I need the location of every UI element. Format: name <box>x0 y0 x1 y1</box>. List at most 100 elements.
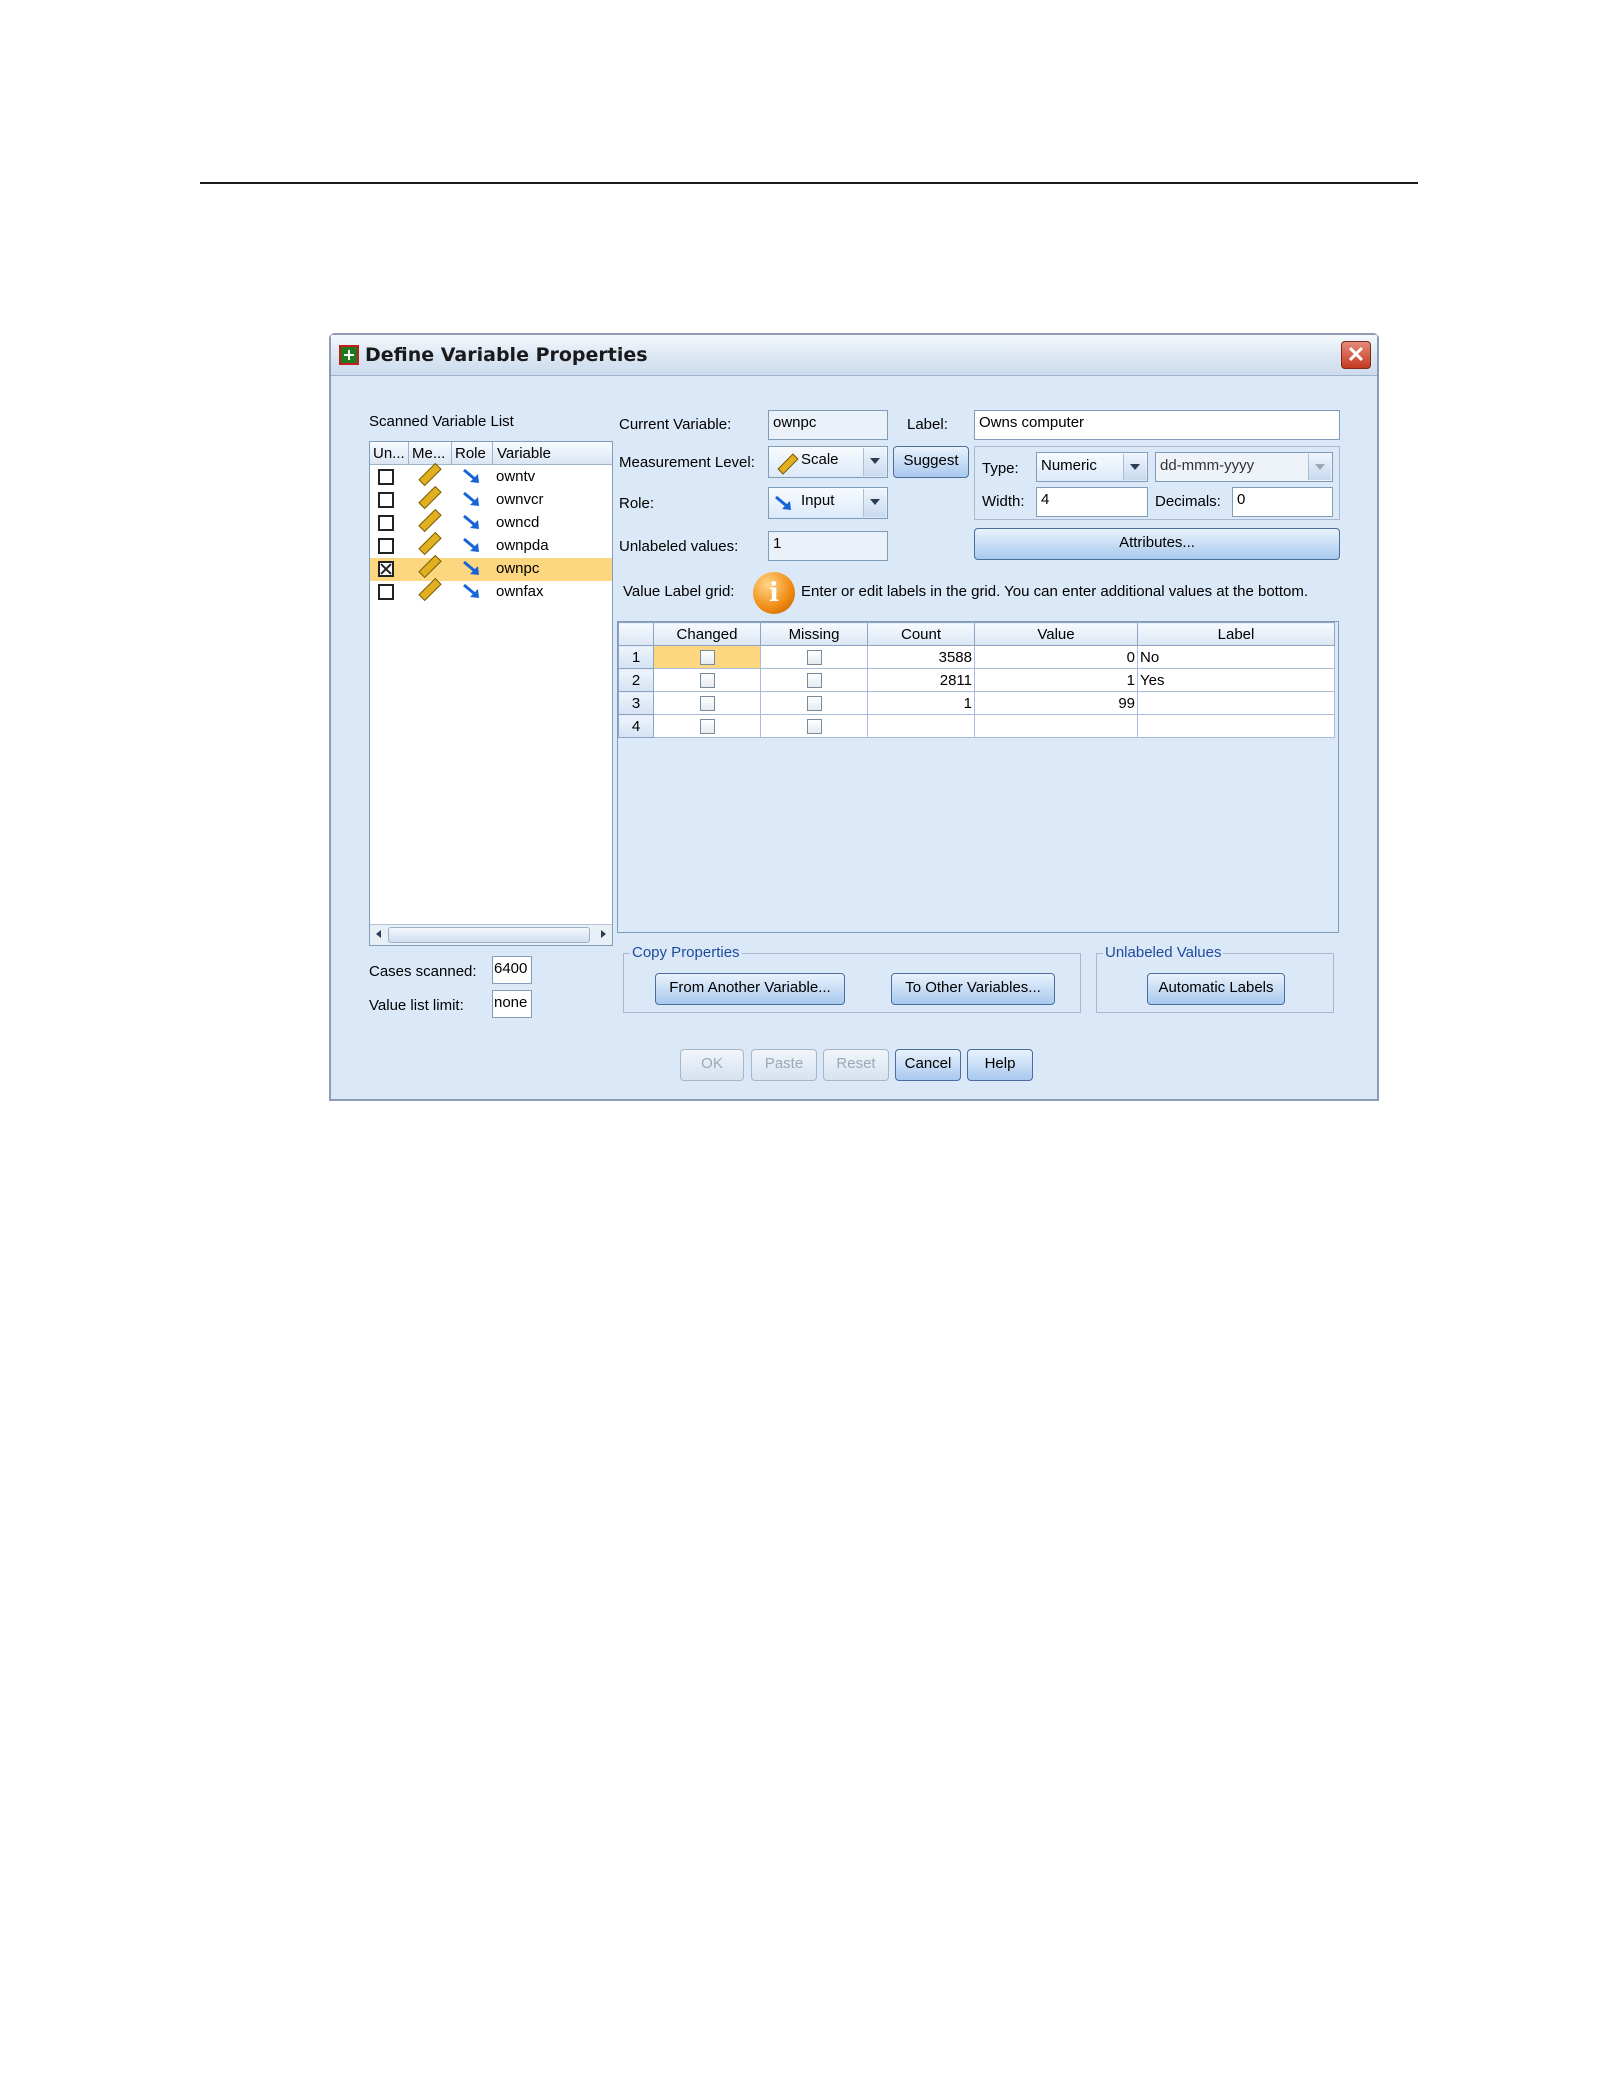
scroll-right-icon[interactable] <box>596 927 610 941</box>
unlabeled-checkbox[interactable] <box>378 469 394 485</box>
value-cell[interactable]: 0 <box>974 645 1138 669</box>
col-variable[interactable]: Variable <box>497 445 551 462</box>
chevron-down-icon[interactable] <box>1123 454 1146 480</box>
unlabeled-checkbox[interactable] <box>378 492 394 508</box>
label-cell[interactable]: Yes <box>1137 668 1335 692</box>
missing-cell[interactable] <box>760 668 868 692</box>
row-number[interactable]: 3 <box>618 691 654 715</box>
value-cell[interactable]: 1 <box>974 668 1138 692</box>
changed-cell[interactable] <box>653 645 761 669</box>
col-value[interactable]: Value <box>974 622 1138 646</box>
value-label-grid[interactable]: Changed Missing Count Value Label 1 3588 0… <box>617 621 1339 933</box>
col-role[interactable]: Role <box>455 445 486 462</box>
automatic-labels-button[interactable]: Automatic Labels <box>1147 973 1285 1005</box>
unlabeled-checkbox[interactable] <box>378 584 394 600</box>
table-row[interactable]: 1 3588 0 No <box>618 645 1335 669</box>
role-value: Input <box>801 492 835 509</box>
role-select[interactable]: Input <box>768 487 888 519</box>
value-cell[interactable] <box>974 714 1138 738</box>
unlabeled-checkbox[interactable] <box>378 515 394 531</box>
chevron-down-icon[interactable] <box>863 448 886 476</box>
col-label[interactable]: Label <box>1137 622 1335 646</box>
col-missing[interactable]: Missing <box>760 622 868 646</box>
close-button[interactable]: ✕ <box>1341 341 1371 369</box>
measurement-level-select[interactable]: Scale <box>768 446 888 478</box>
list-item[interactable]: ownvcr <box>370 485 612 512</box>
unlabeled-checkbox[interactable] <box>378 538 394 554</box>
measurement-level-label: Measurement Level: <box>619 454 755 471</box>
variable-label-input[interactable]: Owns computer <box>974 410 1340 440</box>
list-item[interactable]: owncd <box>370 508 612 535</box>
title-bar: Define Variable Properties ✕ <box>331 335 1377 376</box>
changed-checkbox[interactable] <box>699 650 715 666</box>
table-row[interactable]: 3 1 99 <box>618 691 1335 715</box>
label-cell[interactable] <box>1137 714 1335 738</box>
missing-cell[interactable] <box>760 714 868 738</box>
current-variable-field[interactable]: ownpc <box>768 410 888 440</box>
col-measure[interactable]: Me... <box>412 445 445 462</box>
paste-button[interactable]: Paste <box>751 1049 817 1081</box>
horizontal-scrollbar[interactable] <box>370 924 612 945</box>
info-icon: i <box>753 572 795 614</box>
type-select[interactable]: Numeric <box>1036 452 1148 482</box>
scanned-variable-list[interactable]: Un... Me... Role Variable owntv ownvcr own… <box>369 441 613 946</box>
from-another-variable-button[interactable]: From Another Variable... <box>655 973 845 1005</box>
value-list-limit-field[interactable]: none <box>492 990 532 1018</box>
scroll-left-icon[interactable] <box>372 927 386 941</box>
attributes-button[interactable]: Attributes... <box>974 528 1340 560</box>
changed-cell[interactable] <box>653 714 761 738</box>
suggest-button[interactable]: Suggest <box>893 446 969 478</box>
row-number[interactable]: 2 <box>618 668 654 692</box>
value-cell[interactable]: 99 <box>974 691 1138 715</box>
list-item[interactable]: ownfax <box>370 577 612 604</box>
missing-checkbox[interactable] <box>806 673 822 689</box>
changed-checkbox[interactable] <box>699 696 715 712</box>
input-arrow-icon <box>463 560 479 575</box>
label-cell[interactable]: No <box>1137 645 1335 669</box>
table-row[interactable]: 4 <box>618 714 1335 738</box>
col-count[interactable]: Count <box>867 622 975 646</box>
decimals-label: Decimals: <box>1155 493 1221 510</box>
format-value: dd-mmm-yyyy <box>1160 457 1255 474</box>
decimals-input[interactable]: 0 <box>1232 487 1333 517</box>
variable-name: ownpda <box>496 537 549 554</box>
unlabeled-checkbox[interactable] <box>378 561 394 577</box>
row-number[interactable]: 1 <box>618 645 654 669</box>
cases-scanned-field[interactable]: 6400 <box>492 956 532 984</box>
label-cell[interactable] <box>1137 691 1335 715</box>
col-changed[interactable]: Changed <box>653 622 761 646</box>
missing-checkbox[interactable] <box>806 650 822 666</box>
to-other-variables-button[interactable]: To Other Variables... <box>891 973 1055 1005</box>
reset-button[interactable]: Reset <box>823 1049 889 1081</box>
changed-checkbox[interactable] <box>699 719 715 735</box>
col-unlabeled[interactable]: Un... <box>373 445 405 462</box>
row-number[interactable]: 4 <box>618 714 654 738</box>
input-arrow-icon <box>463 537 479 552</box>
format-select[interactable]: dd-mmm-yyyy <box>1155 452 1333 482</box>
count-cell: 2811 <box>867 668 975 692</box>
changed-checkbox[interactable] <box>699 673 715 689</box>
width-input[interactable]: 4 <box>1036 487 1148 517</box>
count-cell: 1 <box>867 691 975 715</box>
list-item[interactable]: ownpc <box>370 554 612 581</box>
missing-cell[interactable] <box>760 645 868 669</box>
scroll-thumb[interactable] <box>388 927 590 943</box>
list-item[interactable]: ownpda <box>370 531 612 558</box>
type-value: Numeric <box>1041 457 1097 474</box>
help-button[interactable]: Help <box>967 1049 1033 1081</box>
cancel-button[interactable]: Cancel <box>895 1049 961 1081</box>
scanned-list-header: Un... Me... Role Variable <box>370 442 612 465</box>
unlabeled-values-field[interactable]: 1 <box>768 531 888 561</box>
ruler-icon <box>418 577 442 602</box>
changed-cell[interactable] <box>653 668 761 692</box>
list-item[interactable]: owntv <box>370 462 612 489</box>
missing-checkbox[interactable] <box>806 696 822 712</box>
missing-cell[interactable] <box>760 691 868 715</box>
missing-checkbox[interactable] <box>806 719 822 735</box>
ok-button[interactable]: OK <box>680 1049 744 1081</box>
input-arrow-icon <box>463 514 479 529</box>
grid-corner <box>618 622 654 646</box>
table-row[interactable]: 2 2811 1 Yes <box>618 668 1335 692</box>
chevron-down-icon[interactable] <box>863 489 886 517</box>
changed-cell[interactable] <box>653 691 761 715</box>
